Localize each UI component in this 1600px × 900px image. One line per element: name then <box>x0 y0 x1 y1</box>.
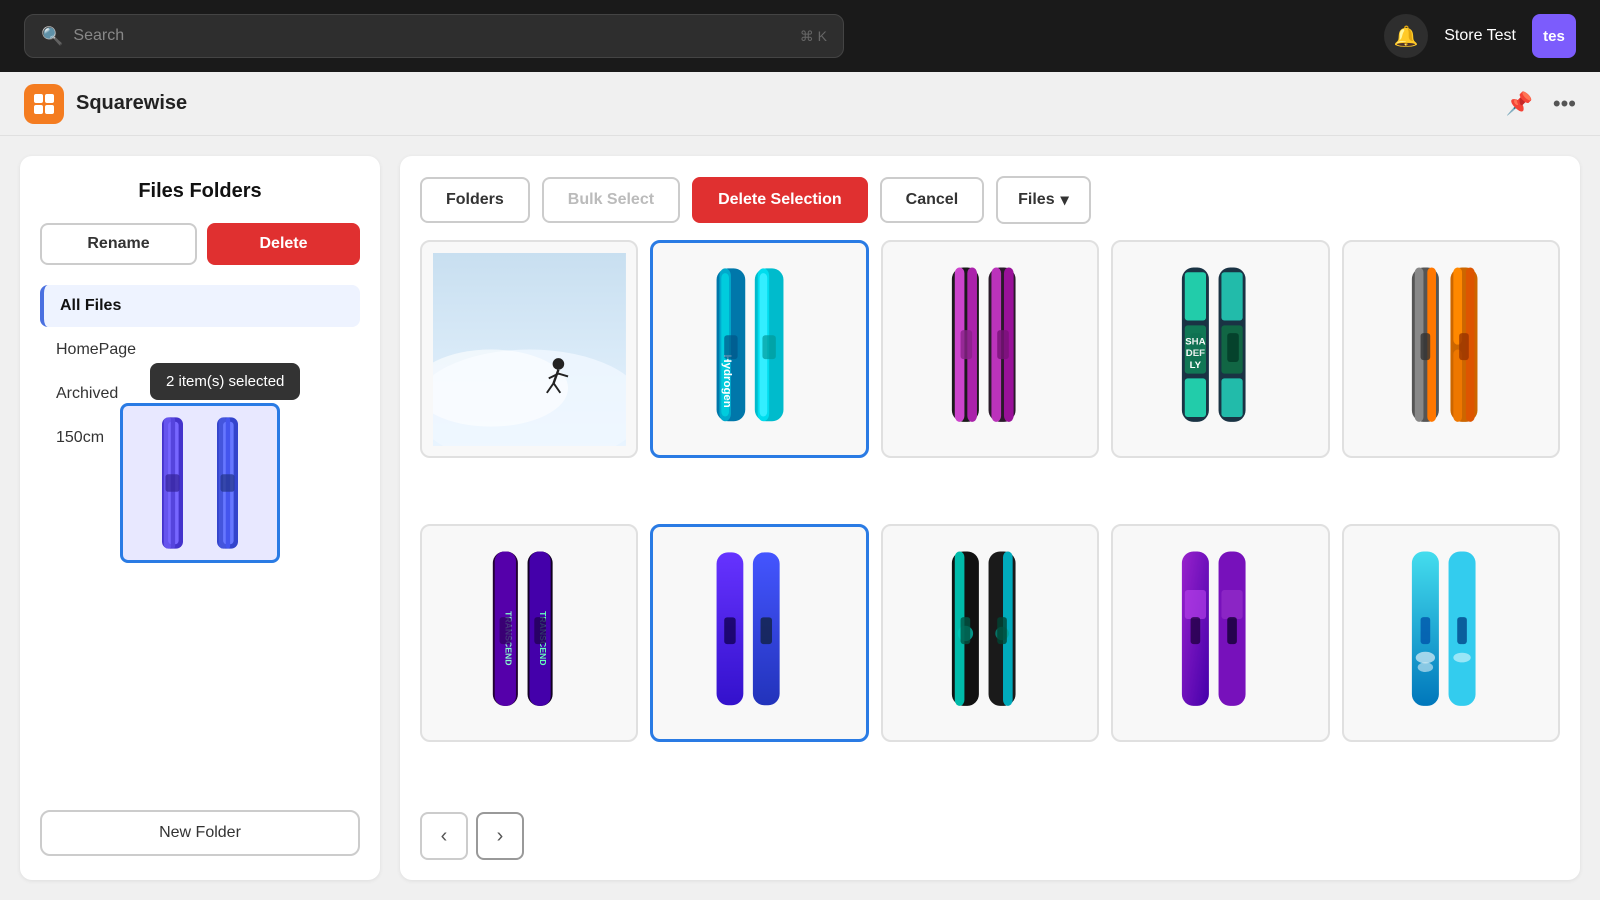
new-folder-button[interactable]: New Folder <box>40 810 360 856</box>
file-card-5[interactable] <box>1342 240 1560 458</box>
avatar[interactable]: tes <box>1532 14 1576 58</box>
files-label: Files <box>1018 191 1054 209</box>
file-card-6[interactable]: TRANSCEND TRANSCEND <box>420 524 638 742</box>
topbar-right: 🔔 Store Test tes <box>1384 14 1576 58</box>
file-card-7[interactable] <box>650 524 868 742</box>
sidebar-title: Files Folders <box>40 180 360 203</box>
file-card-8[interactable] <box>881 524 1099 742</box>
file-card-1[interactable] <box>420 240 638 458</box>
app-logo: Squarewise <box>24 84 187 124</box>
pin-button[interactable]: 📌 <box>1505 91 1532 117</box>
search-icon: 🔍 <box>41 26 63 47</box>
app-header: Squarewise 📌 ••• <box>0 72 1600 136</box>
search-bar[interactable]: 🔍 Search ⌘ K <box>24 14 844 58</box>
bulk-select-button[interactable]: Bulk Select <box>542 177 680 223</box>
app-title: Squarewise <box>76 92 187 115</box>
sidebar-bottom: New Folder <box>40 794 360 856</box>
prev-page-button[interactable]: ‹ <box>420 812 468 860</box>
more-options-button[interactable]: ••• <box>1553 91 1576 117</box>
folder-item-all-files[interactable]: All Files <box>40 285 360 327</box>
file-card-10[interactable] <box>1342 524 1560 742</box>
cancel-button[interactable]: Cancel <box>880 177 984 223</box>
files-button[interactable]: Files ▾ <box>996 176 1091 224</box>
toolbar: Folders Bulk Select Delete Selection Can… <box>420 176 1560 224</box>
main-content: Files Folders Rename Delete All Files Ho… <box>0 136 1600 900</box>
svg-text:Hydrogen: Hydrogen <box>721 354 733 407</box>
files-dropdown-icon: ▾ <box>1061 190 1069 210</box>
search-keyboard-shortcut: ⌘ K <box>800 28 827 45</box>
file-card-2[interactable]: Hydrogen <box>650 240 868 458</box>
file-grid: Hydrogen <box>420 240 1560 796</box>
file-card-9[interactable] <box>1111 524 1329 742</box>
folder-label-archived: Archived <box>56 385 118 402</box>
folder-item-homepage[interactable]: HomePage <box>40 329 360 371</box>
next-page-button[interactable]: › <box>476 812 524 860</box>
folder-list: All Files HomePage Archived 2 item(s) se… <box>40 285 360 794</box>
notifications-button[interactable]: 🔔 <box>1384 14 1428 58</box>
header-actions: 📌 ••• <box>1505 91 1576 117</box>
folders-button[interactable]: Folders <box>420 177 530 223</box>
store-label: Store Test <box>1444 27 1516 45</box>
folder-item-archived[interactable]: Archived 2 item(s) selected <box>40 373 360 415</box>
pagination: ‹ › <box>420 812 1560 860</box>
delete-selection-button[interactable]: Delete Selection <box>692 177 868 223</box>
topbar: 🔍 Search ⌘ K 🔔 Store Test tes <box>0 0 1600 72</box>
file-area: Folders Bulk Select Delete Selection Can… <box>400 156 1580 880</box>
search-placeholder: Search <box>73 27 124 45</box>
logo-icon <box>24 84 64 124</box>
delete-button[interactable]: Delete <box>207 223 360 265</box>
sidebar: Files Folders Rename Delete All Files Ho… <box>20 156 380 880</box>
thumbnail-preview <box>120 403 280 563</box>
file-card-4[interactable]: SHA DEF LY <box>1111 240 1329 458</box>
sidebar-actions: Rename Delete <box>40 223 360 265</box>
rename-button[interactable]: Rename <box>40 223 197 265</box>
file-card-3[interactable] <box>881 240 1099 458</box>
